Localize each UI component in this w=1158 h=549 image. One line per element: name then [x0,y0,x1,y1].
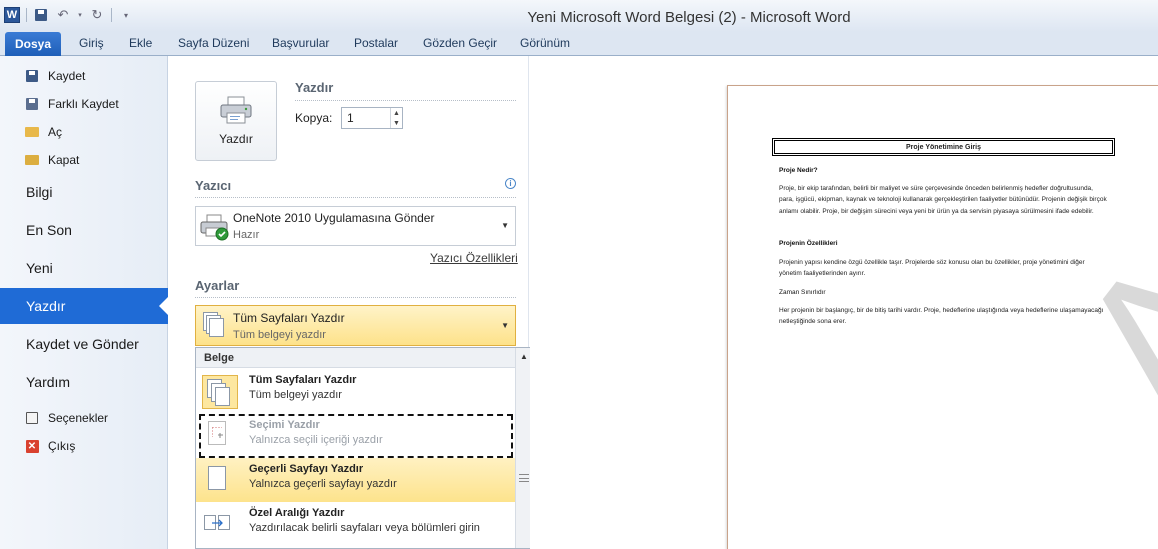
doc-heading: Zaman Sınırlıdır [779,289,826,296]
nav-item-help[interactable]: Yardım [0,364,168,400]
tab-references[interactable]: Başvurular [272,36,329,50]
exit-icon: ✕ [24,438,40,454]
tab-review[interactable]: Gözden Geçir [423,36,497,50]
open-folder-icon [24,124,40,140]
settings-section-title: Ayarlar [195,278,240,293]
print-section-title: Yazdır [295,80,334,95]
divider [195,297,516,298]
window-title: Yeni Microsoft Word Belgesi (2) - Micros… [527,9,851,26]
chevron-down-icon: ▼ [501,221,509,230]
stepper-up-icon[interactable]: ▲ [390,108,402,118]
pages-icon [203,312,225,338]
custom-range-icon [204,512,234,538]
copies-stepper[interactable]: 1 ▲ ▼ [341,107,403,129]
nav-item-label: Çıkış [48,439,76,453]
tab-page-layout[interactable]: Sayfa Düzeni [178,36,249,50]
print-button[interactable]: Yazdır [195,81,277,161]
selected-range-title: Tüm Sayfaları Yazdır [233,311,345,325]
tab-file[interactable]: Dosya [5,32,61,56]
pages-icon [202,375,238,409]
save-icon [24,68,40,84]
nav-item-close[interactable]: Kapat [24,152,79,168]
divider [195,197,516,198]
printer-icon [219,96,253,124]
nav-item-open[interactable]: Aç [24,124,62,140]
doc-heading: Proje Nedir? [779,167,818,174]
print-range-dropdown: Belge Tüm Sayfaları Yazdır Tüm belgeyi y… [195,347,533,549]
title-bar: W ↶ ▾ ↻ ▾ Yeni Microsoft Word Belgesi (2… [0,0,1158,32]
doc-paragraph: Proje, bir ekip tarafından, belirli bir … [779,185,1107,215]
printer-properties-link[interactable]: Yazıcı Özellikleri [430,251,518,265]
printer-section-title: Yazıcı [195,178,232,193]
option-title: Özel Aralığı Yazdır [249,507,345,519]
nav-item-recent[interactable]: En Son [0,212,168,248]
dropdown-group-header: Belge [196,348,516,368]
printer-select[interactable]: OneNote 2010 Uygulamasına Gönder Hazır ▼ [195,206,516,246]
scroll-up-icon[interactable]: ▲ [518,350,530,362]
page-icon [206,466,228,492]
option-print-custom-range[interactable]: Özel Aralığı Yazdır Yazdırılacak belirli… [196,502,516,546]
print-preview-area: Proje Yönetimine Giriş Proje Nedir? Proj… [530,56,1158,549]
doc-title: Proje Yönetimine Giriş [772,138,1115,156]
selected-range-desc: Tüm belgeyi yazdır [233,329,326,341]
nav-item-save-and-send[interactable]: Kaydet ve Gönder [0,326,168,362]
option-desc: Yalnızca geçerli sayfayı yazdır [249,478,397,490]
stepper-down-icon[interactable]: ▼ [390,118,402,128]
options-icon [24,410,40,426]
print-range-select[interactable]: Tüm Sayfaları Yazdır Tüm belgeyi yazdır … [195,305,516,346]
option-desc: Yazdırılacak belirli sayfaları veya bölü… [249,522,480,534]
selection-page-icon [206,421,228,447]
backstage-nav: Kaydet Farklı Kaydet Aç Kapat Bilgi En S… [0,56,168,549]
nav-item-exit[interactable]: ✕ Çıkış [24,438,75,454]
scroll-grip-icon[interactable] [519,474,529,482]
nav-item-print[interactable]: Yazdır [0,288,168,324]
doc-heading: Projenin Özellikleri [779,240,838,247]
copies-value: 1 [347,111,354,125]
print-button-label: Yazdır [219,132,253,146]
onenote-printer-icon [200,214,229,241]
print-settings-pane: Yazdır Yazdır Kopya: 1 ▲ ▼ Yazıcı i OneN… [169,56,533,549]
nav-item-info[interactable]: Bilgi [0,174,168,210]
option-print-selection[interactable]: Seçimi Yazdır Yalnızca seçili içeriği ya… [198,413,514,459]
tab-view[interactable]: Görünüm [520,36,570,50]
nav-item-label: Seçenekler [48,411,109,425]
nav-item-new[interactable]: Yeni [0,250,168,286]
nav-item-options[interactable]: Seçenekler [24,410,108,426]
copies-label: Kopya: [295,111,333,125]
nav-item-save[interactable]: Kaydet [24,68,85,84]
nav-item-label: Farklı Kaydet [48,97,119,111]
option-title: Seçimi Yazdır [249,419,320,431]
nav-item-label: Kapat [48,153,80,167]
printer-status: Hazır [233,229,260,241]
option-print-all-pages[interactable]: Tüm Sayfaları Yazdır Tüm belgeyi yazdır [196,369,516,413]
ribbon-tabs: Dosya Giriş Ekle Sayfa Düzeni Başvurular… [0,32,1158,56]
nav-item-label: Aç [48,125,63,139]
option-desc: Yalnızca seçili içeriği yazdır [249,434,383,446]
printer-name: OneNote 2010 Uygulamasına Gönder [233,211,435,225]
option-print-current-page[interactable]: Geçerli Sayfayı Yazdır Yalnızca geçerli … [196,458,516,502]
option-desc: Tüm belgeyi yazdır [249,389,342,401]
tab-home[interactable]: Giriş [79,36,104,50]
option-title: Geçerli Sayfayı Yazdır [249,463,364,475]
preview-page: Proje Yönetimine Giriş Proje Nedir? Proj… [727,85,1158,549]
close-folder-icon [24,152,40,168]
option-title: Tüm Sayfaları Yazdır [249,374,357,386]
tab-mailings[interactable]: Postalar [354,36,398,50]
info-icon[interactable]: i [505,178,516,189]
chevron-down-icon: ▼ [501,321,509,330]
nav-item-label: Kaydet [48,69,86,83]
tab-insert[interactable]: Ekle [129,36,152,50]
nav-item-save-as[interactable]: Farklı Kaydet [24,96,119,112]
divider [295,100,516,101]
save-as-icon [24,96,40,112]
